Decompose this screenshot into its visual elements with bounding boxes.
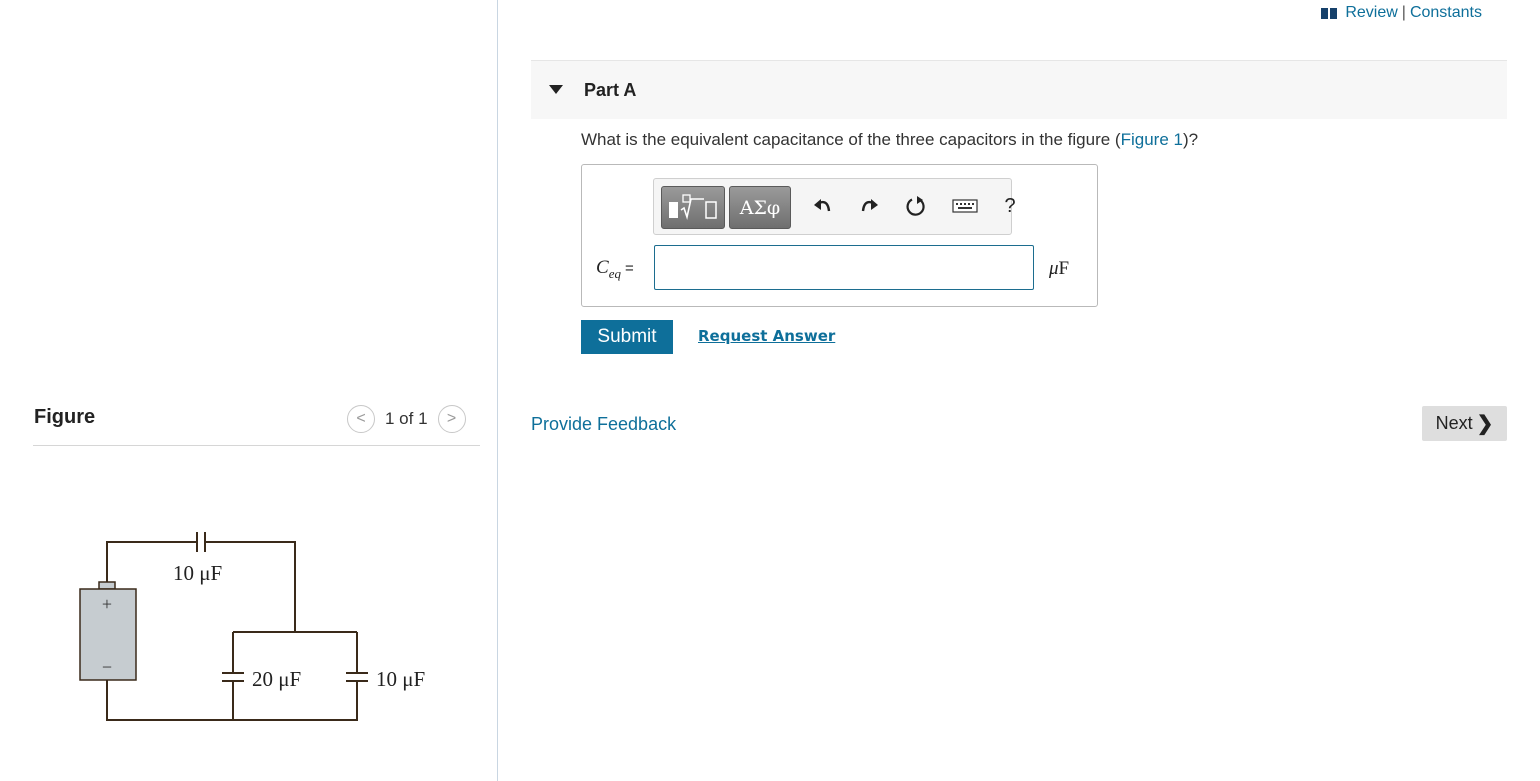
- battery-minus-label: −: [102, 657, 112, 677]
- templates-button[interactable]: [661, 186, 725, 229]
- help-icon[interactable]: ?: [1000, 193, 1020, 219]
- answer-input[interactable]: [654, 245, 1034, 290]
- constants-link[interactable]: Constants: [1410, 4, 1482, 22]
- battery-plus-label: +: [102, 594, 112, 614]
- collapse-triangle-icon[interactable]: [549, 85, 563, 94]
- right-capacitor-label: 10 μF: [376, 667, 425, 691]
- pager-text: 1 of 1: [385, 409, 428, 428]
- provide-feedback-link[interactable]: Provide Feedback: [531, 414, 676, 435]
- figure-divider: [33, 445, 480, 446]
- keyboard-icon[interactable]: [950, 193, 980, 219]
- math-toolbar: ΑΣφ ?: [653, 178, 1016, 235]
- question-prefix: What is the equivalent capacitance of th…: [581, 130, 1121, 149]
- chevron-right-icon: ❯: [1476, 413, 1494, 435]
- wire-top-right: [205, 541, 296, 632]
- part-title: Part A: [584, 80, 637, 100]
- battery-terminal: [98, 581, 116, 590]
- ceq-label: Ceq =: [596, 257, 634, 282]
- next-button[interactable]: Next ❯: [1422, 406, 1507, 441]
- figure-title: Figure: [34, 406, 96, 428]
- question-text: What is the equivalent capacitance of th…: [581, 130, 1198, 150]
- question-suffix: )?: [1182, 130, 1199, 149]
- left-capacitor-label: 20 μF: [252, 667, 301, 691]
- figure-link[interactable]: Figure 1: [1121, 130, 1183, 149]
- answer-box: ΑΣφ ? Ceq = μF: [581, 164, 1098, 307]
- link-separator: |: [1401, 4, 1406, 21]
- chevron-left-icon: <: [356, 410, 366, 427]
- chevron-right-icon: >: [446, 410, 457, 427]
- templates-icon: [669, 193, 717, 220]
- redo-icon[interactable]: [855, 193, 883, 219]
- book-icon: [1321, 7, 1338, 19]
- next-label: Next: [1435, 413, 1473, 433]
- ceq-variable: C: [596, 257, 609, 278]
- ceq-equals: =: [624, 260, 634, 277]
- submit-button[interactable]: Submit: [581, 320, 673, 354]
- previous-figure-button[interactable]: <: [347, 405, 375, 433]
- unit-symbol: F: [1058, 258, 1070, 279]
- answer-unit: μF: [1049, 258, 1069, 280]
- request-answer-link[interactable]: Request Answer: [698, 327, 835, 345]
- ceq-subscript: eq: [608, 265, 621, 281]
- unit-prefix: μ: [1049, 258, 1059, 279]
- reset-icon[interactable]: [902, 193, 930, 219]
- top-capacitor-label: 10 μF: [173, 561, 222, 585]
- undo-icon[interactable]: [809, 193, 837, 219]
- review-link[interactable]: Review: [1345, 4, 1397, 22]
- part-a-header[interactable]: Part A: [531, 60, 1507, 119]
- panel-divider: [497, 0, 498, 781]
- greek-letters-button[interactable]: ΑΣφ: [729, 186, 791, 229]
- figure-pager: < 1 of 1 >: [347, 405, 466, 433]
- next-figure-button[interactable]: >: [437, 405, 466, 433]
- circuit-diagram: + − 10 μF 20 μF 10 μF: [79, 532, 425, 721]
- top-links: Review | Constants: [1321, 4, 1482, 22]
